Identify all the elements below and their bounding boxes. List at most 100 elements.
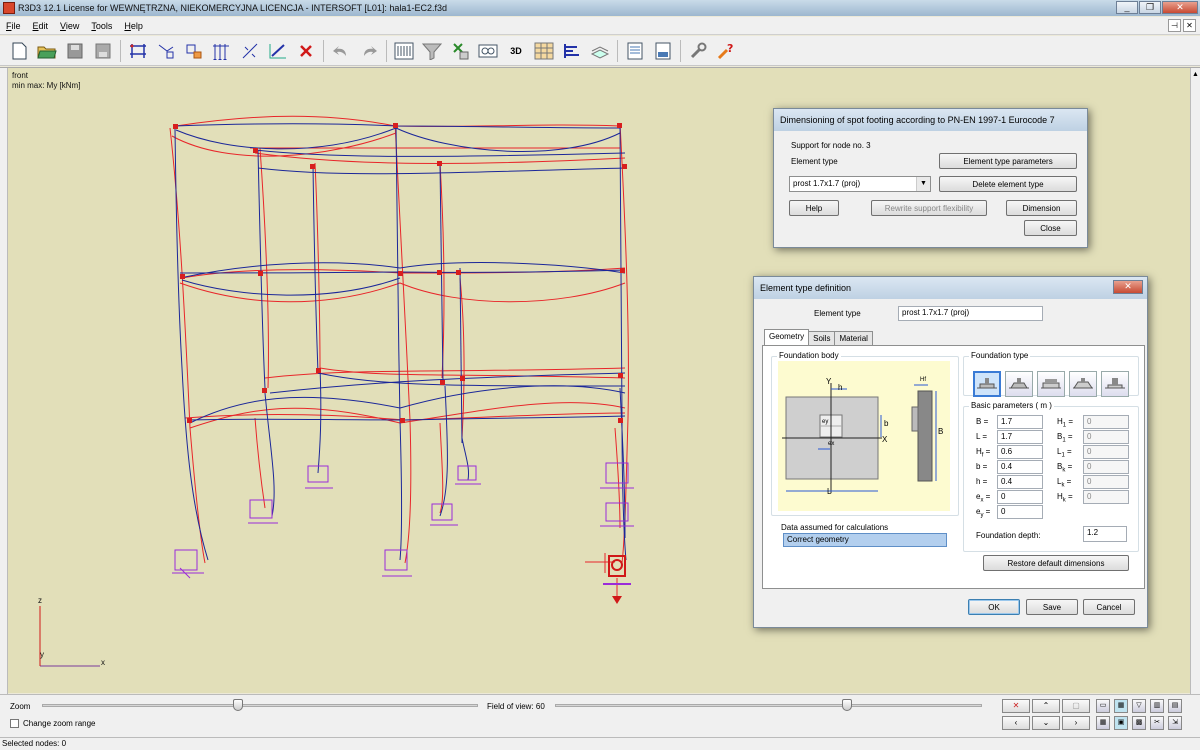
foundation-type-option-3[interactable] xyxy=(1037,371,1065,397)
element-type-parameters-button[interactable]: Element type parameters xyxy=(939,153,1077,169)
nav-left-button[interactable]: ‹ xyxy=(1002,716,1030,730)
rewrite-support-flexibility-button[interactable]: Rewrite support flexibility xyxy=(871,200,987,216)
foundation-type-option-1[interactable] xyxy=(973,371,1001,397)
param-h-input[interactable]: 0.4 xyxy=(997,475,1043,489)
param-H1-input[interactable]: 0 xyxy=(1083,415,1129,429)
foundation-type-option-5[interactable] xyxy=(1101,371,1129,397)
supports-icon[interactable] xyxy=(211,40,233,62)
tab-material[interactable]: Material xyxy=(834,331,873,345)
element-type-label: Element type xyxy=(791,157,838,166)
param-ey-input[interactable]: 0 xyxy=(997,505,1043,519)
footing-help-button[interactable]: Help xyxy=(789,200,839,216)
elements-icon[interactable] xyxy=(183,40,205,62)
change-zoom-range-checkbox[interactable] xyxy=(10,719,19,728)
delete-element-type-button[interactable]: Delete element type xyxy=(939,176,1077,192)
view-option-3-button[interactable]: ▽ xyxy=(1132,699,1146,713)
view-option-6-button[interactable]: ▦ xyxy=(1096,716,1110,730)
support-node-label: Support for node no. 3 xyxy=(791,141,871,150)
print-icon[interactable] xyxy=(652,40,674,62)
loads-icon[interactable] xyxy=(239,40,261,62)
zoom-slider-thumb[interactable] xyxy=(233,699,243,711)
nodes-icon[interactable] xyxy=(155,40,177,62)
undo-icon[interactable] xyxy=(330,40,352,62)
mdi-close-button[interactable]: ✕ xyxy=(1183,19,1196,32)
param-Hk-input[interactable]: 0 xyxy=(1083,490,1129,504)
settings-icon[interactable] xyxy=(687,40,709,62)
menu-view[interactable]: View xyxy=(60,21,79,31)
foundation-type-option-2[interactable] xyxy=(1005,371,1033,397)
save-button[interactable]: Save xyxy=(1026,599,1078,615)
param-Hk-name: Hk = xyxy=(1057,492,1073,504)
menu-edit[interactable]: Edit xyxy=(33,21,49,31)
footing-close-button[interactable]: Close xyxy=(1024,220,1077,236)
field-of-view-label: Field of view: 60 xyxy=(487,702,545,711)
param-L1-input[interactable]: 0 xyxy=(1083,445,1129,459)
menu-tools[interactable]: Tools xyxy=(91,21,112,31)
view-option-7-button[interactable]: ▣ xyxy=(1114,716,1128,730)
save-as-icon[interactable] xyxy=(92,40,114,62)
3d-icon[interactable]: 3D xyxy=(505,40,527,62)
table-icon[interactable] xyxy=(589,40,611,62)
rotate-reset-button[interactable]: ✕ xyxy=(1002,699,1030,713)
param-ex-input[interactable]: 0 xyxy=(997,490,1043,504)
structure-icon[interactable] xyxy=(449,40,471,62)
nav-up-button[interactable]: ⌃ xyxy=(1032,699,1060,713)
minimize-button[interactable]: _ xyxy=(1116,1,1138,14)
param-Hf-input[interactable]: 0.6 xyxy=(997,445,1043,459)
edit-icon[interactable] xyxy=(267,40,289,62)
restore-default-dimensions-button[interactable]: Restore default dimensions xyxy=(983,555,1129,571)
field-of-view-slider-thumb[interactable] xyxy=(842,699,852,711)
foundation-depth-input[interactable]: 1.2 xyxy=(1083,526,1127,542)
grid-icon[interactable] xyxy=(533,40,555,62)
dim-Hf-label: Hf xyxy=(920,377,926,383)
calc-icon[interactable] xyxy=(393,40,415,62)
lock-view-button[interactable]: ▢ xyxy=(1062,699,1090,713)
data-assumed-group: Data assumed for calculations Correct ge… xyxy=(771,523,947,549)
param-B-input[interactable]: 1.7 xyxy=(997,415,1043,429)
param-L-input[interactable]: 1.7 xyxy=(997,430,1043,444)
view-option-2-button[interactable]: ▦ xyxy=(1114,699,1128,713)
view-option-8-button[interactable]: ▩ xyxy=(1132,716,1146,730)
filter-icon[interactable] xyxy=(421,40,443,62)
ok-button[interactable]: OK xyxy=(968,599,1020,615)
etype-close-x-button[interactable]: ✕ xyxy=(1113,280,1143,294)
nav-down-button[interactable]: ⌄ xyxy=(1032,716,1060,730)
restore-button[interactable]: ❐ xyxy=(1139,1,1161,14)
foundation-type-option-4[interactable] xyxy=(1069,371,1097,397)
nav-right-button[interactable]: › xyxy=(1062,716,1090,730)
app-icon xyxy=(3,2,15,14)
menu-help[interactable]: Help xyxy=(124,21,143,31)
view-option-4-button[interactable]: ▥ xyxy=(1150,699,1164,713)
redo-icon[interactable] xyxy=(358,40,380,62)
menu-file[interactable]: File xyxy=(6,21,21,31)
delete-icon[interactable] xyxy=(295,40,317,62)
param-ey-name: ey = xyxy=(976,507,991,519)
param-Lk-input[interactable]: 0 xyxy=(1083,475,1129,489)
tab-geometry[interactable]: Geometry xyxy=(764,329,810,345)
data-assumed-field: Correct geometry xyxy=(783,533,947,547)
param-B1-input[interactable]: 0 xyxy=(1083,430,1129,444)
param-Bk-input[interactable]: 0 xyxy=(1083,460,1129,474)
view-option-5-button[interactable]: ▤ xyxy=(1168,699,1182,713)
param-b-input[interactable]: 0.4 xyxy=(997,460,1043,474)
open-icon[interactable] xyxy=(36,40,58,62)
help-icon[interactable]: ? xyxy=(715,40,737,62)
frame-icon[interactable] xyxy=(127,40,149,62)
etype-element-type-field[interactable]: prost 1.7x1.7 (proj) xyxy=(898,306,1043,321)
field-of-view-slider[interactable] xyxy=(555,704,982,707)
results-icon[interactable] xyxy=(561,40,583,62)
element-type-dropdown[interactable]: prost 1.7x1.7 (proj) ▼ xyxy=(789,176,931,192)
view-option-10-button[interactable]: ⇲ xyxy=(1168,716,1182,730)
zoom-slider[interactable] xyxy=(42,704,478,707)
new-icon[interactable] xyxy=(8,40,30,62)
dimension-button[interactable]: Dimension xyxy=(1006,200,1077,216)
view-option-1-button[interactable]: ▭ xyxy=(1096,699,1110,713)
report-icon[interactable] xyxy=(624,40,646,62)
view-option-9-button[interactable]: ✂ xyxy=(1150,716,1164,730)
cancel-button[interactable]: Cancel xyxy=(1083,599,1135,615)
save-icon[interactable] xyxy=(64,40,86,62)
mdi-minimize-button[interactable]: ⊣ xyxy=(1168,19,1181,32)
close-window-button[interactable]: ✕ xyxy=(1162,1,1198,14)
view-icon[interactable] xyxy=(477,40,499,62)
tab-soils[interactable]: Soils xyxy=(808,331,836,345)
